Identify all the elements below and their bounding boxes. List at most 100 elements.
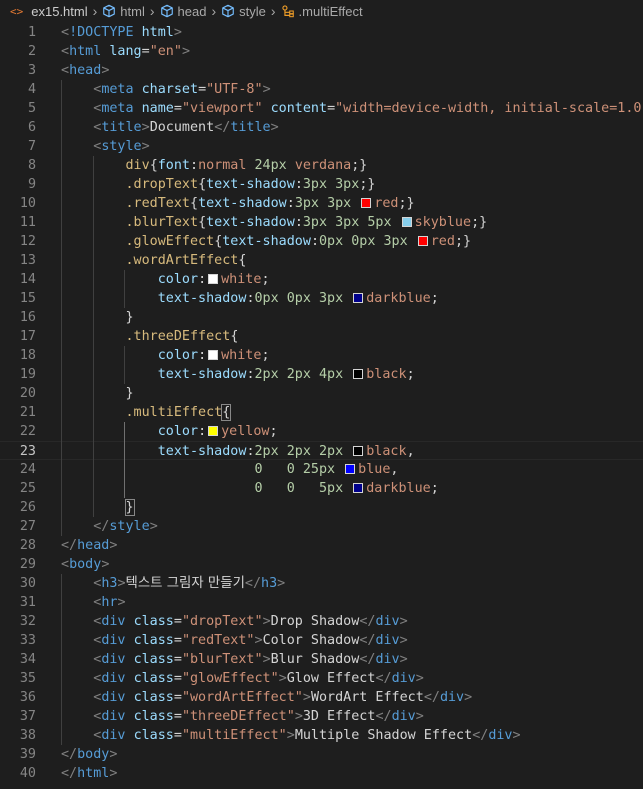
tag-bracket: </ — [61, 766, 78, 781]
css-value: yellow — [221, 424, 270, 439]
css-number: 3px — [327, 196, 352, 211]
code-line[interactable]: 23 text-shadow:2px 2px 2px black, — [0, 441, 643, 460]
code-line[interactable]: 33 <div class="redText">Color Shadow</di… — [0, 631, 643, 650]
code-text: 3D Effect — [302, 709, 376, 724]
code-line[interactable]: 10 .redText{text-shadow:3px 3px red;} — [0, 194, 643, 213]
breadcrumb-item-head[interactable]: head — [158, 4, 209, 19]
code-line[interactable]: 5 <meta name="viewport" content="width=d… — [0, 99, 643, 118]
code-line[interactable]: 15 text-shadow:0px 0px 3px darkblue; — [0, 289, 643, 308]
tag-bracket: </ — [61, 747, 78, 762]
code-text: Glow Effect — [286, 671, 376, 686]
tag-bracket: </ — [423, 690, 440, 705]
tag-bracket: > — [277, 576, 286, 591]
color-swatch-icon[interactable] — [401, 217, 412, 227]
css-property: text-shadow — [157, 291, 247, 306]
code-text: = — [173, 652, 182, 667]
tag-bracket: </ — [472, 728, 489, 743]
code-line[interactable]: 13 .wordArtEffect{ — [0, 251, 643, 270]
css-selector: .wordArtEffect — [125, 253, 239, 268]
color-swatch-icon[interactable] — [353, 369, 364, 379]
color-swatch-icon[interactable] — [208, 350, 219, 360]
code-line[interactable]: 40 </html> — [0, 764, 643, 783]
code-text: : — [246, 367, 255, 382]
line-number: 30 — [19, 576, 36, 591]
code-line[interactable]: 17 .threeDEffect{ — [0, 327, 643, 346]
breadcrumb-item-html[interactable]: html — [100, 4, 147, 19]
tag-bracket: < — [61, 25, 70, 40]
code-line[interactable]: 7 <style> — [0, 137, 643, 156]
breadcrumb-item-symbol[interactable]: .multiEffect — [279, 4, 365, 19]
code-line[interactable]: 25 0 0 5px darkblue; — [0, 479, 643, 498]
tag-name: !DOCTYPE — [69, 25, 134, 40]
code-line[interactable]: 1 <!DOCTYPE html> — [0, 23, 643, 42]
code-line[interactable]: 11 .blurText{text-shadow:3px 3px 5px sky… — [0, 213, 643, 232]
code-line[interactable]: 12 .glowEffect{text-shadow:0px 0px 3px r… — [0, 232, 643, 251]
code-content: text-shadow:2px 2px 4px black; — [61, 365, 415, 384]
code-line[interactable]: 30 <h3>텍스트 그림자 만들기</h3> — [0, 574, 643, 593]
code-editor[interactable]: 1 <!DOCTYPE html> 2 <html lang="en"> 3 <head>… — [0, 22, 643, 789]
code-line[interactable]: 31 <hr> — [0, 593, 643, 612]
color-swatch-icon[interactable] — [361, 198, 372, 208]
code-text: = — [173, 101, 182, 116]
tag-bracket: > — [399, 652, 408, 667]
code-content: <div class="dropText">Drop Shadow</div> — [61, 612, 407, 631]
color-swatch-icon[interactable] — [208, 274, 219, 284]
code-line[interactable]: 39 </body> — [0, 745, 643, 764]
code-line[interactable]: 22 color: yellow; — [0, 422, 643, 441]
code-line[interactable]: 28 </head> — [0, 536, 643, 555]
css-selector: .blurText — [125, 215, 199, 230]
code-line[interactable]: 8 div{font:normal 24px verdana;} — [0, 156, 643, 175]
code-line[interactable]: 36 <div class="wordArtEffect">WordArt Ef… — [0, 688, 643, 707]
code-line[interactable]: 20 } — [0, 384, 643, 403]
tag-name: style — [109, 519, 150, 534]
tag-name: body — [77, 747, 110, 762]
code-line[interactable]: 35 <div class="glowEffect">Glow Effect</… — [0, 669, 643, 688]
code-text: : — [198, 424, 207, 439]
code-line[interactable]: 27 </style> — [0, 517, 643, 536]
attribute-name: lang — [109, 44, 142, 59]
css-number: 3px — [302, 215, 328, 230]
css-value: darkblue — [366, 291, 431, 306]
tag-name: html — [77, 766, 110, 781]
color-swatch-icon[interactable] — [353, 293, 364, 303]
code-line[interactable]: 14 color: white; — [0, 270, 643, 289]
code-line[interactable]: 32 <div class="dropText">Drop Shadow</di… — [0, 612, 643, 631]
code-line[interactable]: 2 <html lang="en"> — [0, 42, 643, 61]
color-swatch-icon[interactable] — [345, 464, 356, 474]
code-line[interactable]: 19 text-shadow:2px 2px 4px black; — [0, 365, 643, 384]
code-line[interactable]: 37 <div class="threeDEffect">3D Effect</… — [0, 707, 643, 726]
color-swatch-icon[interactable] — [353, 446, 364, 456]
line-number: 39 — [19, 747, 36, 762]
breadcrumb-file[interactable]: ex15.html — [29, 4, 89, 19]
code-line[interactable]: 21 .multiEffect{ — [0, 403, 643, 422]
code-line[interactable]: 4 <meta charset="UTF-8"> — [0, 80, 643, 99]
css-number: 24px — [254, 158, 287, 173]
code-line[interactable]: 16 } — [0, 308, 643, 327]
code-line[interactable]: 6 <title>Document</title> — [0, 118, 643, 137]
breadcrumb-item-style[interactable]: style — [219, 4, 268, 19]
attribute-name: class — [133, 614, 174, 629]
code-content: </style> — [61, 517, 158, 536]
color-swatch-icon[interactable] — [417, 236, 428, 246]
line-number: 17 — [19, 329, 36, 344]
line-number: 37 — [19, 709, 36, 724]
code-line[interactable]: 26 } — [0, 498, 643, 517]
attribute-value: "glowEffect" — [181, 671, 279, 686]
code-line[interactable]: 34 <div class="blurText">Blur Shadow</di… — [0, 650, 643, 669]
color-swatch-icon[interactable] — [353, 483, 364, 493]
css-number: 2px — [286, 367, 311, 382]
code-line[interactable]: 38 <div class="multiEffect">Multiple Sha… — [0, 726, 643, 745]
code-line[interactable]: 9 .dropText{text-shadow:3px 3px;} — [0, 175, 643, 194]
line-number: 32 — [19, 614, 36, 629]
color-swatch-icon[interactable] — [208, 426, 219, 436]
code-line[interactable]: 3 <head> — [0, 61, 643, 80]
code-line[interactable]: 18 color: white; — [0, 346, 643, 365]
code-line[interactable]: 24 0 0 25px blue, — [0, 460, 643, 479]
code-line[interactable]: 29 <body> — [0, 555, 643, 574]
